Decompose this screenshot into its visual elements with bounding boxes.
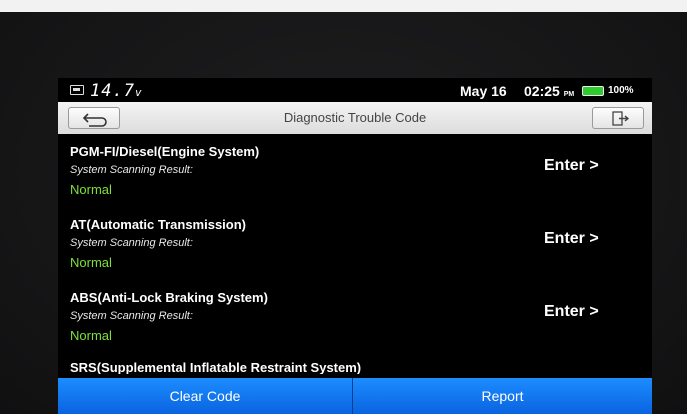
device-frame: 14.7v May 16 02:25 PM 100% Diagnostic Tr… xyxy=(0,12,687,414)
exit-door-icon xyxy=(612,111,630,126)
list-item[interactable]: ABS(Anti-Lock Braking System) System Sca… xyxy=(58,280,652,352)
list-item[interactable]: AT(Automatic Transmission) System Scanni… xyxy=(58,207,652,279)
scan-result-label: System Scanning Result: xyxy=(70,310,193,322)
car-battery-icon xyxy=(70,85,84,95)
battery-level-icon xyxy=(582,86,604,96)
voltage-readout: 14.7v xyxy=(90,81,143,101)
bezel-top xyxy=(0,0,687,12)
screen: 14.7v May 16 02:25 PM 100% Diagnostic Tr… xyxy=(58,78,652,414)
system-list[interactable]: PGM-FI/Diesel(Engine System) System Scan… xyxy=(58,134,652,374)
bottom-toolbar: Clear Code Report xyxy=(58,378,652,414)
page-title: Diagnostic Trouble Code xyxy=(283,110,427,125)
enter-button[interactable]: Enter > xyxy=(544,303,599,321)
scan-result-value: Normal xyxy=(70,182,112,197)
enter-button[interactable]: Enter > xyxy=(544,230,599,248)
battery-percent: 100% xyxy=(608,85,634,96)
scan-result-value: Normal xyxy=(70,255,112,270)
system-name: AT(Automatic Transmission) xyxy=(70,217,247,232)
scan-result-label: System Scanning Result: xyxy=(70,237,193,249)
scan-result-label: System Scanning Result: xyxy=(70,164,193,176)
status-bar: 14.7v May 16 02:25 PM 100% xyxy=(58,78,652,102)
system-name: ABS(Anti-Lock Braking System) xyxy=(70,290,268,305)
status-date: May 16 xyxy=(460,83,507,99)
list-item[interactable]: PGM-FI/Diesel(Engine System) System Scan… xyxy=(58,134,652,206)
status-time: 02:25 PM xyxy=(524,83,575,99)
scan-result-value: Normal xyxy=(70,328,112,343)
enter-button[interactable]: Enter > xyxy=(544,157,599,175)
report-button[interactable]: Report xyxy=(353,378,652,414)
title-bar: Diagnostic Trouble Code xyxy=(58,102,652,134)
system-name[interactable]: SRS(Supplemental Inflatable Restraint Sy… xyxy=(70,360,361,374)
exit-button[interactable] xyxy=(592,107,644,129)
clear-code-button[interactable]: Clear Code xyxy=(58,378,352,414)
system-name: PGM-FI/Diesel(Engine System) xyxy=(70,144,260,159)
